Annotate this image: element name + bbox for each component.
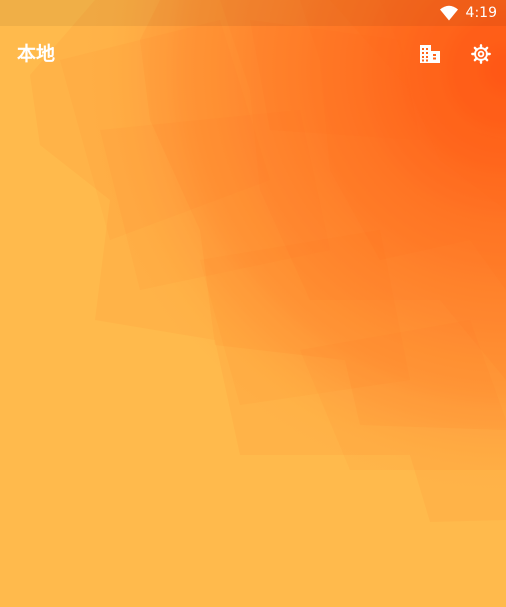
city-icon xyxy=(420,45,440,63)
app-bar: 本地 xyxy=(0,26,506,84)
weather-screen: 4:19 本地 xyxy=(0,0,506,607)
city-manage-button[interactable] xyxy=(416,40,444,68)
status-time: 4:19 xyxy=(465,5,497,21)
settings-button[interactable] xyxy=(467,40,495,68)
page-title: 本地 xyxy=(17,43,56,65)
wifi-icon xyxy=(439,5,458,21)
background-polygon-art xyxy=(0,0,506,607)
gear-icon xyxy=(471,44,491,64)
status-bar: 4:19 xyxy=(0,0,506,26)
status-icons: 4:19 xyxy=(439,3,497,23)
